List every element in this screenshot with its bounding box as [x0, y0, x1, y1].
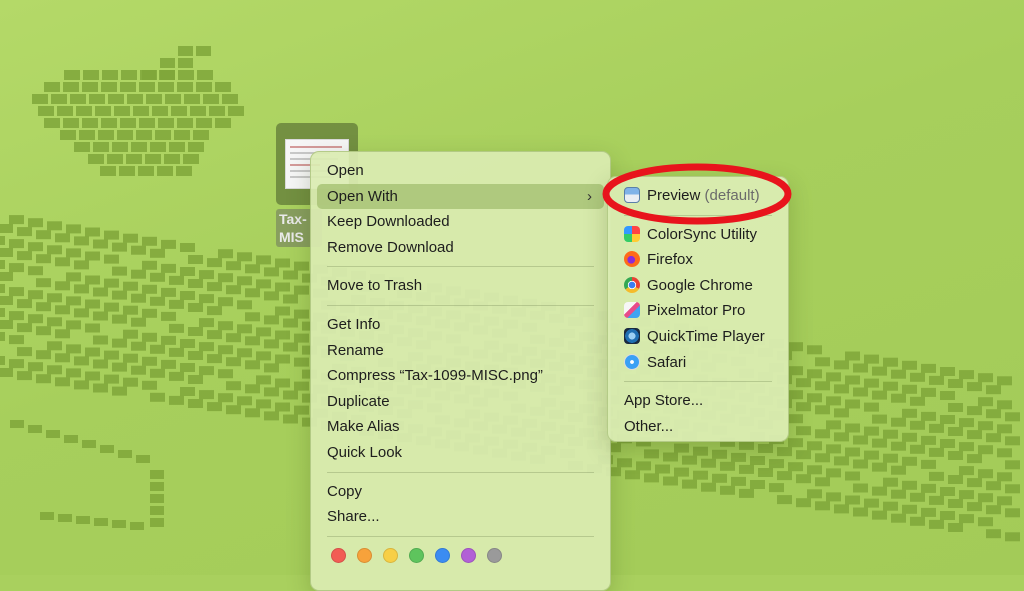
tag-red[interactable] — [331, 548, 346, 564]
menu-item-label: Move to Trash — [327, 277, 423, 295]
menu-separator — [327, 304, 594, 306]
google-chrome-icon — [624, 276, 640, 293]
tag-green[interactable] — [409, 548, 424, 564]
safari-icon — [624, 353, 640, 370]
tag-color-row — [331, 543, 610, 569]
submenu-item-preview[interactable]: Preview (default) — [614, 183, 782, 209]
menu-item-label: Open With — [327, 187, 398, 205]
menu-item-keep-downloaded[interactable]: Keep Downloaded — [317, 209, 604, 235]
submenu-item-quicktime-player[interactable]: QuickTime Player — [614, 324, 782, 350]
menu-item-remove-download[interactable]: Remove Download — [317, 235, 604, 261]
menu-item-copy[interactable]: Copy — [317, 479, 604, 505]
tag-purple[interactable] — [461, 548, 476, 564]
submenu-separator — [624, 381, 772, 383]
menu-item-label: Compress “Tax-1099-MISC.png” — [327, 367, 543, 385]
submenu-item-safari[interactable]: Safari — [614, 350, 782, 376]
menu-separator — [327, 535, 594, 537]
menu-item-label: Quick Look — [327, 443, 403, 461]
menu-item-open-with[interactable]: Open With › — [317, 183, 604, 210]
submenu-item-label: Firefox — [647, 251, 693, 269]
menu-item-open[interactable]: Open — [317, 158, 604, 184]
submenu-item-label: ColorSync Utility — [647, 225, 758, 243]
menu-item-rename[interactable]: Rename — [317, 338, 604, 364]
menu-separator — [327, 471, 594, 473]
menu-item-label: Make Alias — [327, 418, 400, 436]
submenu-item-label: App Store... — [624, 392, 704, 410]
tag-orange[interactable] — [357, 548, 372, 564]
tag-blue[interactable] — [435, 548, 450, 564]
preview-icon — [624, 187, 640, 203]
menu-item-duplicate[interactable]: Duplicate — [317, 389, 604, 415]
colorsync-utility-icon — [624, 225, 640, 242]
menu-item-label: Share... — [327, 508, 380, 526]
tag-yellow[interactable] — [383, 548, 398, 564]
quicktime-player-icon — [624, 327, 640, 344]
submenu-item-label: Pixelmator Pro — [647, 302, 746, 320]
submenu-item-label: Other... — [624, 417, 674, 435]
default-note: (default) — [704, 187, 760, 204]
submenu-item-label: Google Chrome — [647, 276, 753, 294]
menu-item-quick-look[interactable]: Quick Look — [317, 440, 604, 466]
menu-item-label: Duplicate — [327, 392, 390, 410]
menu-separator — [327, 266, 594, 268]
menu-item-get-info[interactable]: Get Info — [317, 312, 604, 338]
tag-gray[interactable] — [487, 548, 502, 564]
submenu-item-other[interactable]: Other... — [614, 414, 782, 440]
firefox-icon — [624, 251, 640, 268]
submenu-item-google-chrome[interactable]: Google Chrome — [614, 273, 782, 299]
submenu-separator — [624, 214, 772, 216]
submenu-item-firefox[interactable]: Firefox — [614, 247, 782, 273]
menu-item-label: Get Info — [327, 315, 381, 333]
menu-item-move-to-trash[interactable]: Move to Trash — [317, 273, 604, 299]
submenu-item-pixelmator-pro[interactable]: Pixelmator Pro — [614, 298, 782, 324]
submenu-item-app-store[interactable]: App Store... — [614, 388, 782, 414]
context-menu: Open Open With › Keep Downloaded Remove D… — [310, 151, 611, 591]
submenu-item-label: Safari — [647, 353, 687, 371]
open-with-submenu: Preview (default) ColorSync Utility Fire… — [607, 176, 789, 442]
menu-item-label: Remove Download — [327, 238, 454, 256]
menu-item-label: Keep Downloaded — [327, 213, 450, 231]
submenu-item-label: QuickTime Player — [647, 327, 765, 345]
menu-item-label: Open — [327, 162, 364, 179]
menu-item-make-alias[interactable]: Make Alias — [317, 414, 604, 440]
submenu-item-colorsync-utility[interactable]: ColorSync Utility — [614, 222, 782, 248]
menu-item-label: Copy — [327, 482, 363, 500]
menu-item-share[interactable]: Share... — [317, 504, 604, 530]
menu-item-compress[interactable]: Compress “Tax-1099-MISC.png” — [317, 363, 604, 389]
chevron-right-icon: › — [587, 187, 592, 205]
pixelmator-pro-icon — [624, 302, 640, 319]
submenu-item-label: Preview — [647, 187, 701, 204]
menu-item-label: Rename — [327, 341, 384, 359]
